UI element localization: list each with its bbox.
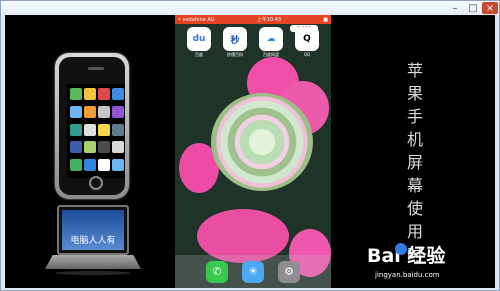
app-tile xyxy=(84,141,96,154)
app-tile xyxy=(98,105,110,118)
app-tile xyxy=(84,105,96,118)
app-label: 百度 xyxy=(195,52,203,57)
title-char: 屏 xyxy=(406,153,423,172)
home-button-icon xyxy=(89,176,103,190)
speaker-icon xyxy=(88,67,104,70)
paw-icon xyxy=(395,243,407,255)
app-tile xyxy=(112,88,124,100)
title-bar: – □ × xyxy=(1,1,499,15)
title-char: 机 xyxy=(406,130,423,149)
app-tile xyxy=(98,141,110,154)
iphone-body xyxy=(59,57,125,195)
carrier-text: • vodafone AU xyxy=(178,16,215,23)
baidu-app-icon[interactable]: du xyxy=(187,27,211,51)
phone-icon[interactable]: ✆ xyxy=(206,260,228,283)
time-text: 上午10:43 xyxy=(256,17,282,23)
laptop-screen: 电脑人人有 xyxy=(57,205,129,255)
laptop-illustration: 电脑人人有 xyxy=(45,205,141,285)
iphone-screen xyxy=(67,84,125,178)
app-tile xyxy=(84,159,96,172)
image-viewport: 电脑人人有 • vodafone AU 上午10:43 ■ 1,183 du 百… xyxy=(5,15,495,288)
settings-icon[interactable]: ⚙ xyxy=(278,260,300,283)
app-tile xyxy=(112,159,124,172)
app-label: QQ xyxy=(303,52,311,57)
iphone-illustration xyxy=(55,53,129,199)
laptop-caption: 电脑人人有 xyxy=(70,236,116,246)
status-bar: • vodafone AU 上午10:43 ■ xyxy=(175,15,331,24)
title-char: 手 xyxy=(406,107,423,126)
app-tile xyxy=(70,88,82,100)
app-label: 百度网盘 xyxy=(263,52,279,57)
app-label: 秒懂百科 xyxy=(227,52,243,57)
app-row: du 百度 秒 秒懂百科 ☁ 百度网盘 Q QQ xyxy=(185,27,321,58)
laptop-keyboard xyxy=(45,255,141,269)
app-baidu[interactable]: du 百度 xyxy=(185,27,213,58)
app-tile xyxy=(84,123,96,136)
app-window: – □ × 电脑人人有 • vodafone AU 上午10:43 ■ du 百… xyxy=(0,0,500,291)
battery-icon: ■ xyxy=(323,16,328,23)
app-tile xyxy=(112,141,124,154)
app-tile xyxy=(98,88,110,100)
flower-cluster xyxy=(211,93,313,191)
app-tile xyxy=(98,123,110,136)
app-tile xyxy=(84,88,96,100)
vertical-title: 苹 果 手 机 屏 幕 使 用 时 xyxy=(405,61,425,264)
baidu-watermark: Bai 经验 jingyan.baidu.com xyxy=(367,236,477,283)
app-miaodong[interactable]: 秒 秒懂百科 xyxy=(221,27,249,58)
app-tile xyxy=(112,123,124,136)
app-tile xyxy=(70,105,82,118)
maximize-button[interactable]: □ xyxy=(464,2,482,14)
qq-app-icon[interactable]: Q xyxy=(295,27,319,51)
cloud-drive-app-icon[interactable]: ☁ xyxy=(259,27,283,51)
watermark-url: jingyan.baidu.com xyxy=(375,271,440,279)
weather-icon[interactable]: ☀ xyxy=(242,260,264,283)
title-char: 苹 xyxy=(406,61,423,80)
title-char: 使 xyxy=(406,199,423,218)
phone-screenshot: • vodafone AU 上午10:43 ■ 1,183 du 百度 秒 秒懂… xyxy=(175,15,331,288)
laptop-shadow xyxy=(55,271,131,275)
close-button[interactable]: × xyxy=(482,2,498,14)
minimize-button[interactable]: – xyxy=(446,2,464,14)
app-tile xyxy=(70,159,82,172)
app-tile xyxy=(70,123,82,136)
app-qq[interactable]: Q QQ xyxy=(293,27,321,58)
app-tile xyxy=(98,159,110,172)
dock: ✆ ☀ ⚙ xyxy=(175,255,331,288)
miaodong-app-icon[interactable]: 秒 xyxy=(223,27,247,51)
app-tile xyxy=(112,105,124,118)
app-baidu-pan[interactable]: ☁ 百度网盘 xyxy=(257,27,285,58)
title-char: 果 xyxy=(406,84,423,103)
app-tile xyxy=(70,141,82,154)
title-char: 幕 xyxy=(406,176,423,195)
